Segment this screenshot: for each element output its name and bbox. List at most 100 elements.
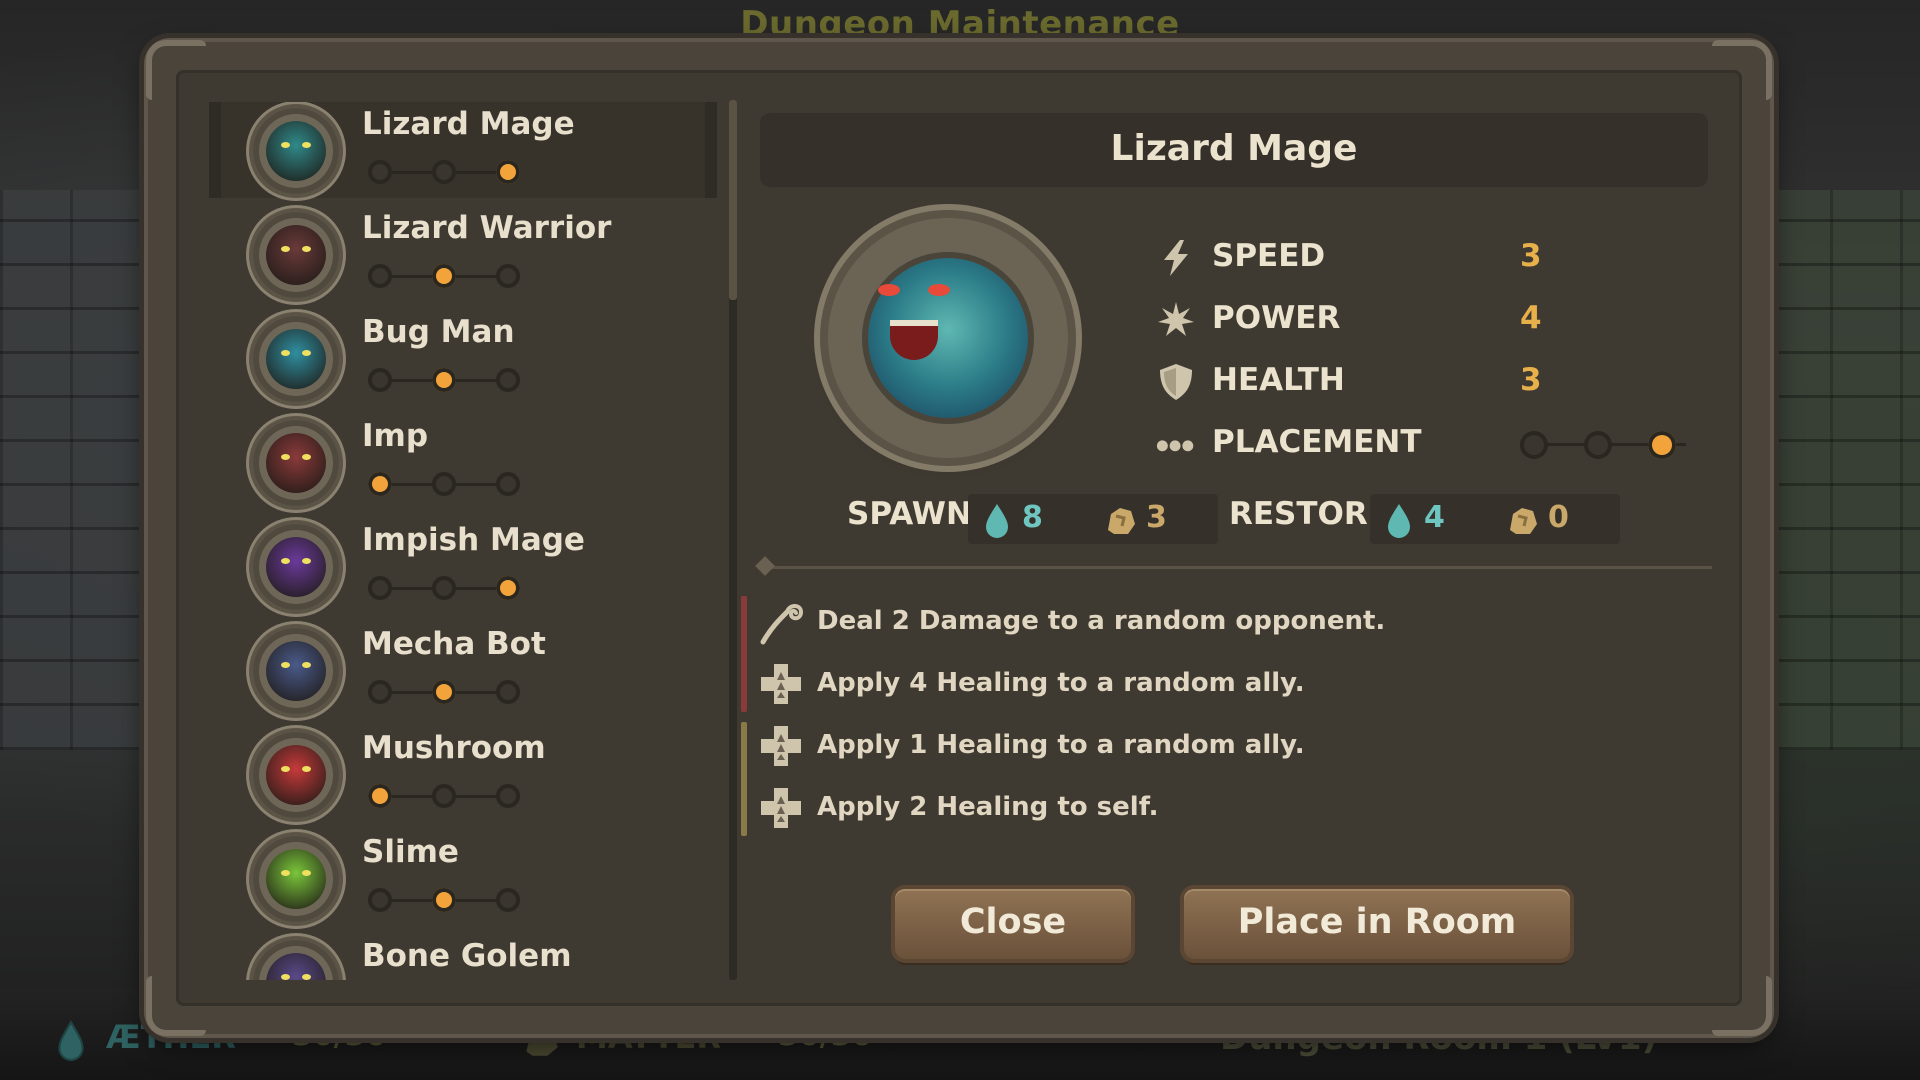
placement-dot [368, 576, 392, 600]
monster-name: Lizard Mage [362, 106, 575, 142]
monster-list-item[interactable]: Lizard Warrior [209, 206, 717, 302]
list-scrollbar[interactable] [729, 100, 737, 980]
ability-item: Apply 1 Healing to a random ally. [757, 720, 1657, 772]
placement-dot [1648, 431, 1676, 459]
placement-dot [432, 368, 456, 392]
monster-eyes [878, 284, 950, 298]
placement-dot [496, 472, 520, 496]
monster-list-item[interactable]: Bug Man [209, 310, 717, 406]
stat-value: 4 [1520, 300, 1542, 336]
monster-face [266, 121, 326, 181]
ability-group-marker [741, 722, 747, 836]
close-button[interactable]: Close [895, 889, 1131, 959]
monster-list-item[interactable]: Imp [209, 414, 717, 510]
stat-label: SPEED [1212, 238, 1326, 274]
frame-corner [146, 976, 206, 1036]
placement-dot [432, 680, 456, 704]
monster-eyes [281, 454, 311, 462]
monster-eyes [281, 662, 311, 670]
placement-dot [432, 160, 456, 184]
monster-list[interactable]: Lizard Mage Lizard Warrior Bug Man Imp Impis… [209, 102, 717, 980]
restore-aether-value: 4 [1424, 500, 1445, 535]
monster-portrait [253, 628, 339, 714]
placement-indicator [368, 678, 528, 706]
monster-face [266, 537, 326, 597]
shield-icon [1160, 364, 1192, 400]
placement-dot [496, 888, 520, 912]
placement-dot [368, 888, 392, 912]
monster-face [266, 329, 326, 389]
ability-item: Deal 2 Damage to a random opponent. [757, 596, 1657, 648]
placement-indicator [368, 470, 528, 498]
monster-list-item[interactable]: Bone Golem [209, 934, 717, 980]
monster-face [266, 641, 326, 701]
stat-health: HEALTH 3 [1156, 356, 1696, 406]
lightning-icon [1164, 240, 1188, 276]
stat-power: POWER 4 [1156, 294, 1696, 344]
placement-dot [368, 368, 392, 392]
ability-item: Apply 4 Healing to a random ally. [757, 658, 1657, 710]
heal-cross-icon [761, 788, 801, 828]
spawn-aether-value: 8 [1022, 500, 1043, 535]
detail-header: Lizard Mage [760, 113, 1708, 187]
placement-dot [368, 264, 392, 288]
placement-dot [368, 160, 392, 184]
list-scroll-thumb[interactable] [729, 100, 737, 300]
monster-portrait [253, 420, 339, 506]
heal-cross-icon [761, 726, 801, 766]
frame-corner [1712, 40, 1772, 100]
monster-name: Bone Golem [362, 938, 572, 974]
placement-indicator [368, 574, 528, 602]
frame-corner [146, 40, 206, 100]
monster-list-item[interactable]: Mushroom [209, 726, 717, 822]
placement-indicator [368, 782, 528, 810]
monster-eyes [281, 246, 311, 254]
monster-face [266, 225, 326, 285]
placement-indicator [368, 158, 528, 186]
spawn-matter-value: 3 [1146, 500, 1167, 535]
placement-dot [496, 264, 520, 288]
monster-portrait [253, 212, 339, 298]
placement-dot [496, 784, 520, 808]
placement-dot [496, 160, 520, 184]
placement-dot [368, 680, 392, 704]
monster-eyes [281, 142, 311, 150]
monster-name: Imp [362, 418, 429, 454]
restore-cost: 4 0 [1370, 494, 1620, 544]
monster-name: Mecha Bot [362, 626, 546, 662]
ability-group-marker [741, 596, 747, 712]
placement-indicator [368, 886, 528, 914]
monster-list-item[interactable]: Mecha Bot [209, 622, 717, 718]
dots-icon [1156, 440, 1194, 452]
monster-eyes [281, 350, 311, 358]
spawn-cost: 8 3 [968, 494, 1218, 544]
stat-label: HEALTH [1212, 362, 1345, 398]
placement-dot [496, 680, 520, 704]
stat-value: 3 [1520, 238, 1542, 274]
monster-name: Bug Man [362, 314, 515, 350]
stat-value: 3 [1520, 362, 1542, 398]
placement-dot [496, 576, 520, 600]
aether-drop-icon [58, 1020, 84, 1061]
placement-dot [432, 784, 456, 808]
monster-portrait [253, 732, 339, 818]
matter-rock-icon [1510, 508, 1537, 534]
placement-dot [432, 888, 456, 912]
monster-eyes [281, 558, 311, 566]
monster-list-item[interactable]: Impish Mage [209, 518, 717, 614]
place-in-room-button[interactable]: Place in Room [1184, 889, 1570, 959]
monster-face [862, 252, 1034, 424]
monster-face [266, 433, 326, 493]
ability-text: Apply 1 Healing to a random ally. [817, 730, 1305, 760]
monster-list-item[interactable]: Lizard Mage [209, 102, 717, 198]
monster-list-item[interactable]: Slime [209, 830, 717, 926]
stat-label: PLACEMENT [1212, 424, 1422, 460]
monster-eyes [281, 870, 311, 878]
placement-indicator [368, 366, 528, 394]
placement-indicator [368, 262, 528, 290]
placement-dot [432, 264, 456, 288]
frame-corner [1712, 976, 1772, 1036]
detail-title: Lizard Mage [1110, 128, 1358, 169]
section-divider [762, 566, 1712, 569]
placement-dot [368, 472, 392, 496]
